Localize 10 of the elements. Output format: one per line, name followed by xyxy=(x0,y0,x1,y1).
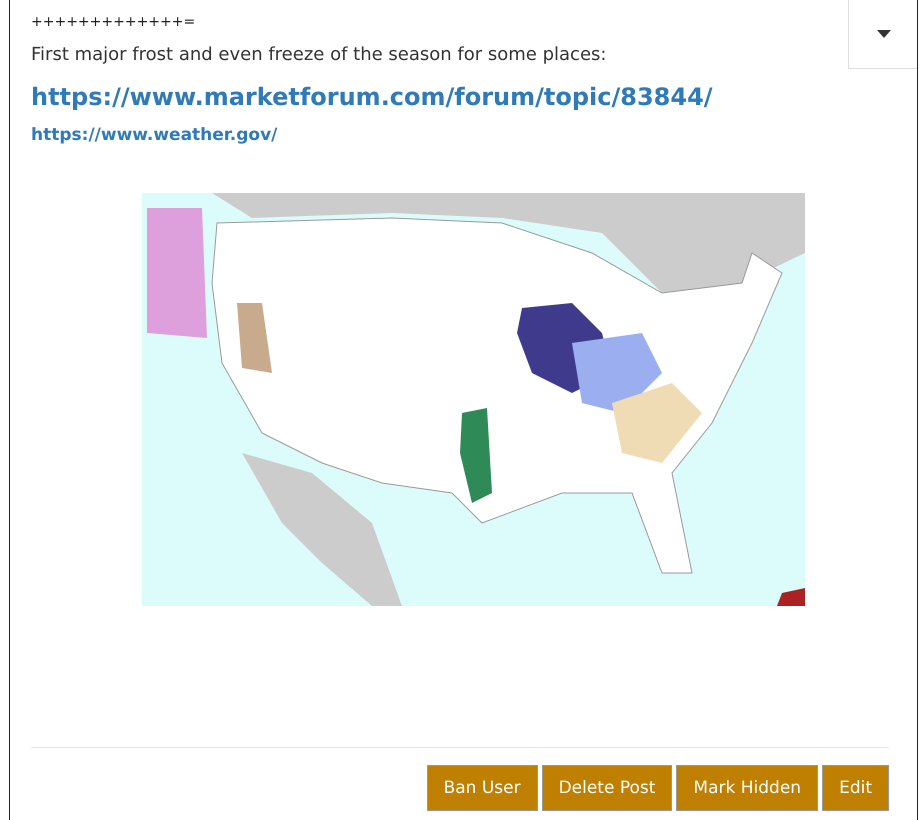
action-button[interactable]: Delete Post xyxy=(542,765,672,811)
action-button[interactable]: Edit xyxy=(822,765,889,811)
action-button[interactable]: Ban User xyxy=(426,765,538,811)
link[interactable]: https://www.marketforum.com/forum/topic/83844/ xyxy=(31,83,713,111)
separator-text: +++++++++++++= xyxy=(31,14,196,30)
caret-icon xyxy=(876,30,890,38)
action-button[interactable]: Mark Hidden xyxy=(676,765,818,811)
link[interactable]: https://www.weather.gov/ xyxy=(31,125,278,145)
post-text: First major frost and even freeze of the season for some places: xyxy=(31,44,606,65)
post-menu-button[interactable] xyxy=(848,0,917,69)
